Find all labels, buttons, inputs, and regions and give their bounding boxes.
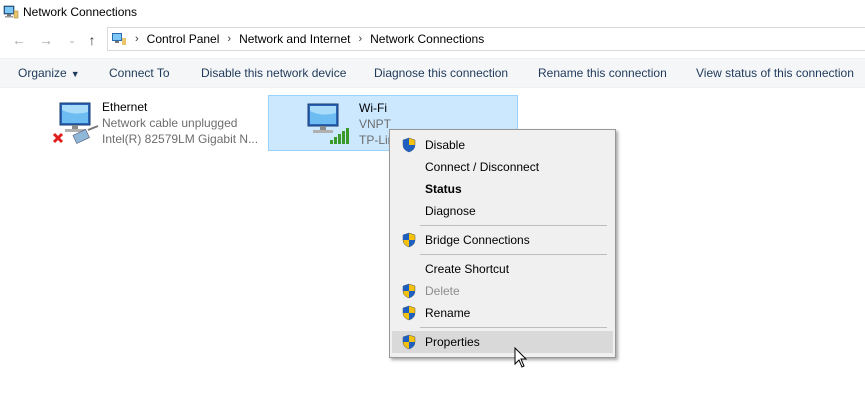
connection-device: Intel(R) 82579LM Gigabit N... — [102, 132, 259, 146]
connection-status: Network cable unplugged — [102, 116, 238, 130]
chevron-right-icon: › — [135, 33, 139, 45]
breadcrumb-network-and-internet[interactable]: Network and Internet — [239, 32, 350, 46]
window-title: Network Connections — [23, 5, 138, 19]
menu-item-delete: Delete — [392, 280, 613, 302]
menu-item-label: Bridge Connections — [425, 233, 530, 247]
menu-item-label: Properties — [425, 335, 480, 349]
wifi-icon — [307, 103, 349, 144]
menu-item-properties[interactable]: Properties — [392, 331, 613, 353]
chevron-down-icon[interactable]: ⌄ — [64, 32, 80, 48]
rename-connection-button[interactable]: Rename this connection — [538, 66, 667, 80]
menu-item-label: Connect / Disconnect — [425, 160, 540, 174]
menu-separator — [420, 254, 607, 255]
menu-item-connect-disconnect[interactable]: Connect / Disconnect — [392, 156, 613, 178]
connect-to-button[interactable]: Connect To — [109, 66, 170, 80]
mouse-pointer-icon — [514, 347, 528, 368]
menu-item-disable[interactable]: Disable — [392, 134, 613, 156]
menu-item-label: Rename — [425, 306, 471, 320]
menu-separator — [420, 327, 607, 328]
view-status-button[interactable]: View status of this connection — [696, 66, 854, 80]
menu-item-create-shortcut[interactable]: Create Shortcut — [392, 258, 613, 280]
menu-separator — [420, 225, 607, 226]
connection-ethernet[interactable]: Ethernet Network cable unplugged Intel(R… — [48, 95, 263, 151]
ethernet-disconnected-icon — [52, 102, 99, 144]
chevron-right-icon[interactable]: › — [358, 33, 362, 45]
breadcrumb-control-panel[interactable]: Control Panel — [147, 32, 220, 46]
breadcrumb-network-connections[interactable]: Network Connections — [370, 32, 484, 46]
connection-name: Wi-Fi — [359, 101, 387, 115]
caret-down-icon: ▼ — [70, 69, 80, 79]
forward-arrow-icon[interactable]: → — [38, 32, 54, 48]
organize-button[interactable]: Organize ▼ — [18, 66, 80, 80]
disable-device-button[interactable]: Disable this network device — [201, 66, 346, 80]
menu-item-status[interactable]: Status — [392, 178, 613, 200]
connection-name: Ethernet — [102, 100, 148, 114]
menu-item-label: Diagnose — [425, 204, 476, 218]
menu-item-label: Delete — [425, 284, 460, 298]
control-panel-icon — [112, 33, 126, 45]
menu-item-rename[interactable]: Rename — [392, 302, 613, 324]
navigation-bar: ← → ⌄ ↑ › Control Panel › Network and In… — [0, 26, 865, 54]
diagnose-connection-button[interactable]: Diagnose this connection — [374, 66, 508, 80]
title-bar: Network Connections — [0, 0, 865, 24]
context-menu: Disable Connect / Disconnect Status Diag… — [389, 129, 616, 358]
up-arrow-icon[interactable]: ↑ — [84, 32, 100, 48]
uac-shield-icon — [402, 137, 416, 153]
address-bar[interactable]: › Control Panel › Network and Internet ›… — [107, 27, 865, 51]
uac-shield-icon — [402, 305, 416, 321]
command-bar: Organize ▼ Connect To Disable this networ… — [0, 58, 865, 88]
network-connections-icon — [3, 5, 19, 19]
menu-item-label: Disable — [425, 138, 466, 152]
connection-details: Ethernet Network cable unplugged Intel(R… — [102, 99, 258, 147]
uac-shield-icon — [402, 232, 416, 248]
menu-item-label: Create Shortcut — [425, 262, 510, 276]
organize-label: Organize — [18, 66, 67, 80]
uac-shield-icon — [402, 283, 416, 299]
menu-item-diagnose[interactable]: Diagnose — [392, 200, 613, 222]
back-arrow-icon[interactable]: ← — [11, 32, 27, 48]
uac-shield-icon — [402, 334, 416, 350]
menu-item-label: Status — [425, 182, 462, 196]
menu-item-bridge-connections[interactable]: Bridge Connections — [392, 229, 613, 251]
chevron-right-icon[interactable]: › — [227, 33, 231, 45]
